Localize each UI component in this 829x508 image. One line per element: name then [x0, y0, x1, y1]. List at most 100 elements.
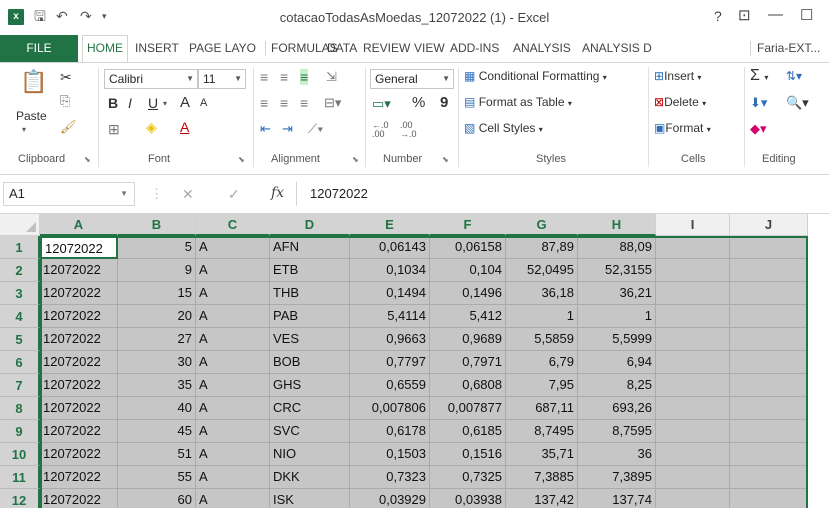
cell-g8[interactable]: 687,11: [506, 397, 578, 420]
ribbon-display-button[interactable]: ⊡: [738, 6, 751, 24]
top-align-icon[interactable]: ≡: [260, 69, 268, 85]
cell-a10[interactable]: 12072022: [40, 443, 118, 466]
row-header[interactable]: 1: [0, 236, 40, 259]
underline-button[interactable]: U: [148, 95, 158, 111]
maximize-button[interactable]: ☐: [800, 6, 813, 24]
cell-j5[interactable]: [730, 328, 808, 351]
cell-i8[interactable]: [656, 397, 730, 420]
cell-c3[interactable]: A: [196, 282, 270, 305]
cell-d9[interactable]: SVC: [270, 420, 350, 443]
cell-i7[interactable]: [656, 374, 730, 397]
cell-g9[interactable]: 8,7495: [506, 420, 578, 443]
cell-a8[interactable]: 12072022: [40, 397, 118, 420]
cell-b3[interactable]: 15: [118, 282, 196, 305]
cell-d1[interactable]: AFN: [270, 236, 350, 259]
cell-b10[interactable]: 51: [118, 443, 196, 466]
cell-d3[interactable]: THB: [270, 282, 350, 305]
bottom-align-icon[interactable]: ≡: [300, 69, 309, 85]
font-size-combo[interactable]: 11 ▼: [198, 69, 246, 89]
row-header[interactable]: 5: [0, 328, 40, 351]
cell-b7[interactable]: 35: [118, 374, 196, 397]
insert-cells-button[interactable]: ⊞Insert ▾: [654, 69, 701, 83]
find-select-icon[interactable]: 🔍▾: [786, 95, 809, 111]
cell-h4[interactable]: 1: [578, 305, 656, 328]
align-left-icon[interactable]: ≡: [260, 95, 268, 111]
tab-page-layout[interactable]: PAGE LAYO: [189, 35, 256, 62]
comma-style-button[interactable]: 9: [440, 94, 448, 111]
delete-cells-button[interactable]: ⊠Delete ▾: [654, 95, 706, 109]
cell-e9[interactable]: 0,6178: [350, 420, 430, 443]
minimize-button[interactable]: —: [768, 6, 783, 23]
cell-f5[interactable]: 0,9689: [430, 328, 506, 351]
cell-j1[interactable]: [730, 236, 808, 259]
cell-c7[interactable]: A: [196, 374, 270, 397]
borders-icon[interactable]: ⊞: [108, 121, 120, 138]
cell-g4[interactable]: 1: [506, 305, 578, 328]
align-center-icon[interactable]: ≡: [280, 95, 288, 111]
tab-insert[interactable]: INSERT: [135, 35, 179, 62]
cell-f9[interactable]: 0,6185: [430, 420, 506, 443]
name-box[interactable]: A1 ▼: [3, 182, 135, 206]
clear-icon[interactable]: ◆▾: [750, 121, 767, 137]
row-header[interactable]: 4: [0, 305, 40, 328]
tab-file[interactable]: FILE: [0, 35, 78, 62]
number-launcher-icon[interactable]: ⬊: [442, 155, 449, 164]
percent-button[interactable]: %: [412, 94, 425, 111]
row-header[interactable]: 9: [0, 420, 40, 443]
account-menu[interactable]: Faria-EXT... ▾: [757, 35, 829, 82]
cell-a5[interactable]: 12072022: [40, 328, 118, 351]
column-header-c[interactable]: C: [196, 214, 270, 236]
middle-align-icon[interactable]: ≡: [280, 69, 288, 85]
cell-g5[interactable]: 5,5859: [506, 328, 578, 351]
tab-analysis[interactable]: ANALYSIS: [513, 35, 571, 62]
cell-b6[interactable]: 30: [118, 351, 196, 374]
column-header-h[interactable]: H: [578, 214, 656, 236]
cell-c4[interactable]: A: [196, 305, 270, 328]
cell-f7[interactable]: 0,6808: [430, 374, 506, 397]
cell-f2[interactable]: 0,104: [430, 259, 506, 282]
cell-e12[interactable]: 0,03929: [350, 489, 430, 508]
tab-view[interactable]: VIEW: [414, 35, 445, 62]
cell-h11[interactable]: 7,3895: [578, 466, 656, 489]
cell-b12[interactable]: 60: [118, 489, 196, 508]
cell-d4[interactable]: PAB: [270, 305, 350, 328]
number-format-combo[interactable]: General ▼: [370, 69, 454, 89]
cell-i3[interactable]: [656, 282, 730, 305]
cell-f1[interactable]: 0,06158: [430, 236, 506, 259]
row-header[interactable]: 7: [0, 374, 40, 397]
decrease-indent-icon[interactable]: ⇤: [260, 121, 271, 137]
cell-e11[interactable]: 0,7323: [350, 466, 430, 489]
grow-font-button[interactable]: A: [180, 94, 190, 111]
formula-input[interactable]: 12072022: [296, 182, 829, 206]
cell-d7[interactable]: GHS: [270, 374, 350, 397]
column-header-e[interactable]: E: [350, 214, 430, 236]
cell-styles-button[interactable]: ▧ Cell Styles ▾: [464, 121, 543, 135]
cell-f3[interactable]: 0,1496: [430, 282, 506, 305]
font-name-combo[interactable]: Calibri ▼: [104, 69, 198, 89]
conditional-formatting-button[interactable]: ▦ Conditional Formatting ▾: [464, 69, 607, 83]
cell-c10[interactable]: A: [196, 443, 270, 466]
increase-decimal-icon[interactable]: ←.0.00: [372, 121, 389, 139]
help-button[interactable]: ?: [714, 8, 722, 24]
cell-j8[interactable]: [730, 397, 808, 420]
cell-e7[interactable]: 0,6559: [350, 374, 430, 397]
cell-e3[interactable]: 0,1494: [350, 282, 430, 305]
cell-h3[interactable]: 36,21: [578, 282, 656, 305]
cell-d12[interactable]: ISK: [270, 489, 350, 508]
bold-button[interactable]: B: [108, 95, 118, 111]
font-color-icon[interactable]: A: [180, 119, 189, 135]
cell-b2[interactable]: 9: [118, 259, 196, 282]
cell-i2[interactable]: [656, 259, 730, 282]
cell-i5[interactable]: [656, 328, 730, 351]
column-header-b[interactable]: B: [118, 214, 196, 236]
underline-dropdown-icon[interactable]: ▾: [163, 99, 167, 108]
format-painter-icon[interactable]: 🖌: [60, 119, 77, 135]
cell-j10[interactable]: [730, 443, 808, 466]
format-cells-button[interactable]: ▣Format ▾: [654, 121, 711, 135]
worksheet-grid[interactable]: ABCDEFGHIJ 1 12072022 5 A AFN 0,06143 0,06158 8…: [0, 213, 829, 508]
cell-g11[interactable]: 7,3885: [506, 466, 578, 489]
column-header-i[interactable]: I: [656, 214, 730, 236]
orientation-icon[interactable]: ⟋▾: [308, 121, 323, 137]
cell-g1[interactable]: 87,89: [506, 236, 578, 259]
insert-function-button[interactable]: fx: [271, 185, 284, 201]
